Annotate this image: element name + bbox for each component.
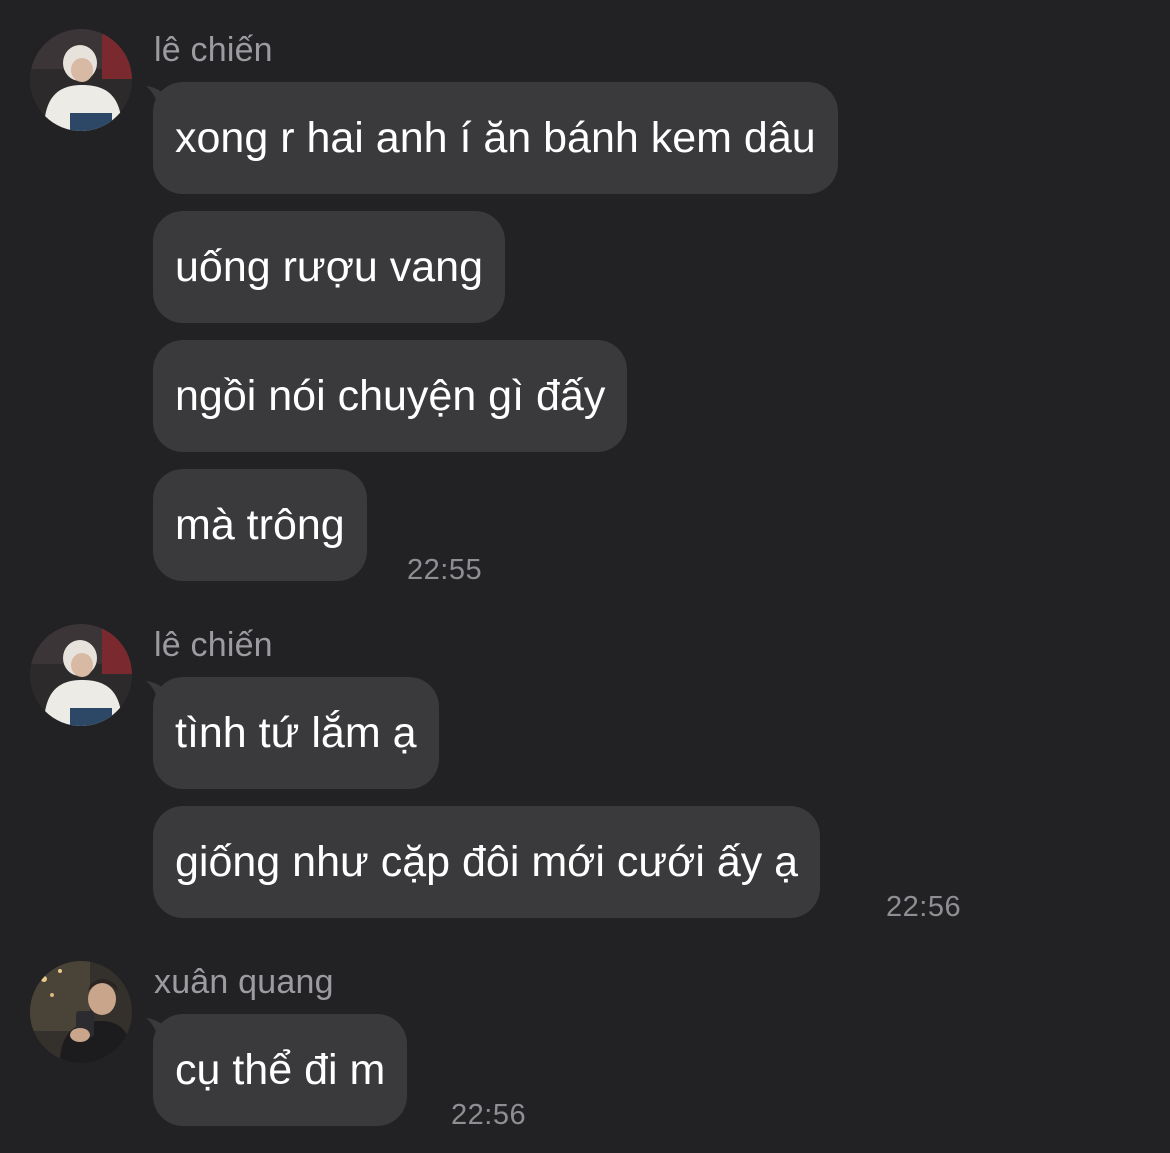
avatar-photo-icon (30, 624, 132, 726)
avatar-photo-icon (30, 29, 132, 131)
message-bubble[interactable]: uống rượu vang (153, 211, 506, 323)
message-bubble[interactable]: tình tứ lắm ạ (153, 677, 439, 789)
message-bubble[interactable]: ngồi nói chuyện gì đấy (153, 340, 628, 452)
message-timestamp: 22:56 (451, 1099, 527, 1131)
message-timestamp: 22:55 (407, 554, 483, 586)
chat-thread: lê chiến xong r hai anh í ăn bánh kem dâ… (0, 0, 1170, 1153)
avatar-xuan-quang[interactable] (30, 961, 132, 1063)
message-bubble[interactable]: giống như cặp đôi mới cưới ấy ạ (153, 806, 821, 918)
avatar-le-chien[interactable] (30, 29, 132, 131)
message-bubble[interactable]: mà trông (153, 469, 367, 581)
sender-name: xuân quang (154, 963, 334, 1001)
message-timestamp: 22:56 (886, 891, 962, 923)
message-bubble[interactable]: cụ thể đi m (153, 1014, 408, 1126)
avatar-photo-icon (30, 961, 132, 1063)
avatar-le-chien[interactable] (30, 624, 132, 726)
sender-name: lê chiến (154, 626, 273, 664)
sender-name: lê chiến (154, 31, 273, 69)
message-bubble[interactable]: xong r hai anh í ăn bánh kem dâu (153, 82, 838, 194)
